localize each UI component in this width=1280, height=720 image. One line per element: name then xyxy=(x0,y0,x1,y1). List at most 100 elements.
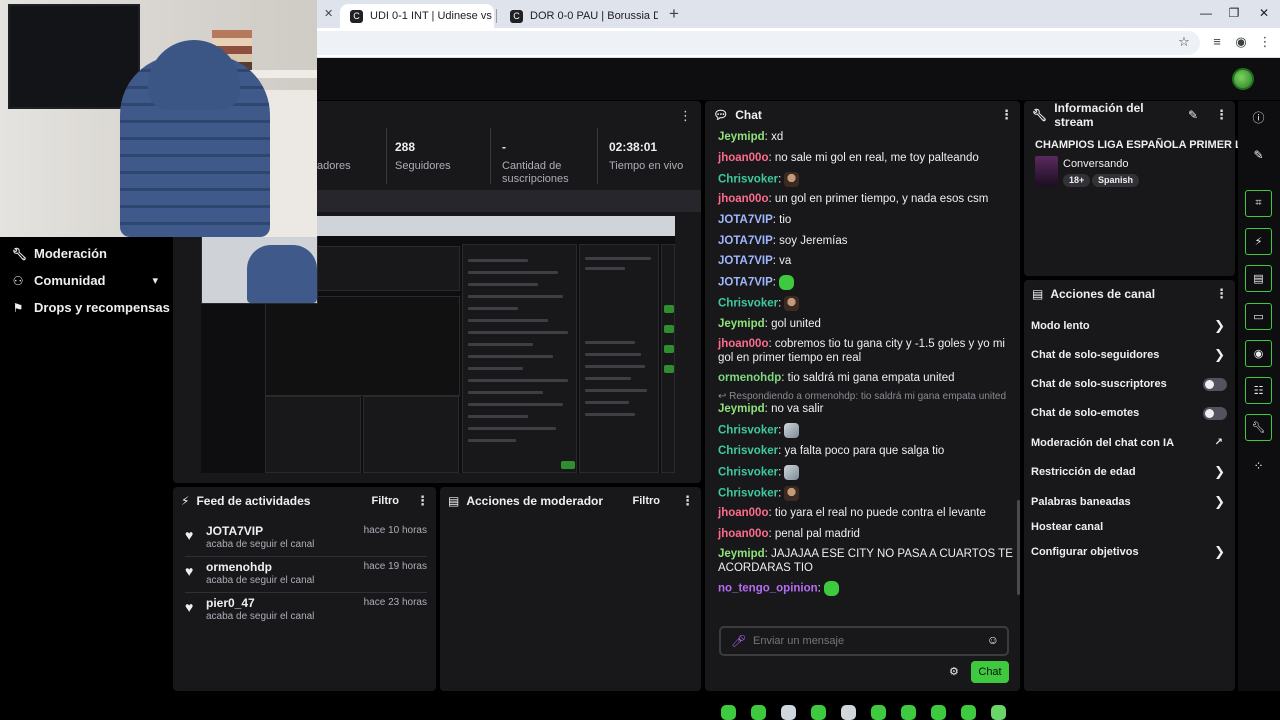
chat-emote-icon[interactable] xyxy=(784,486,800,501)
chat-username[interactable]: jhoan00o xyxy=(718,152,768,164)
chat-username[interactable]: Jeymipd xyxy=(718,318,765,330)
stream-preview[interactable] xyxy=(201,216,675,473)
chat-message[interactable]: no_tengo_opinion: xyxy=(718,581,1013,596)
pencil-icon[interactable]: ✎ xyxy=(1245,141,1272,168)
chat-emote-icon[interactable] xyxy=(784,296,800,311)
filter-button[interactable]: Filtro xyxy=(372,495,400,507)
chat-username[interactable]: no_tengo_opinion xyxy=(718,583,818,595)
chat-message[interactable]: JOTA7VIP: va xyxy=(718,254,1013,268)
stream-category[interactable]: Conversando xyxy=(1063,158,1128,170)
chat-username[interactable]: jhoan00o xyxy=(718,507,768,519)
action-emotes-only[interactable]: Chat de solo-emotes xyxy=(1031,405,1227,423)
more-options-icon[interactable]: ⋮ xyxy=(1215,286,1228,302)
chat-username[interactable]: Chrisvoker xyxy=(718,467,778,479)
chat-username[interactable]: ormenohdp xyxy=(718,372,781,384)
chat-input[interactable] xyxy=(753,632,973,650)
chat-username[interactable]: jhoan00o xyxy=(718,193,768,205)
emote-button[interactable] xyxy=(781,705,796,720)
more-options-icon[interactable]: ⋮ xyxy=(679,108,692,124)
bookmark-star-icon[interactable]: ☆ xyxy=(1175,34,1193,50)
category-thumbnail[interactable] xyxy=(1035,156,1058,186)
chat-message[interactable]: Jeymipd: xd xyxy=(718,130,1013,144)
more-options-icon[interactable]: ⋮ xyxy=(416,493,429,509)
chat-username[interactable]: Jeymipd xyxy=(718,403,765,415)
emote-button[interactable] xyxy=(721,705,736,720)
media-control-icon[interactable]: ≡ xyxy=(1208,34,1226,49)
layout-icon[interactable]: ☷ xyxy=(1245,377,1272,404)
more-icon[interactable]: ⁘ xyxy=(1245,452,1272,479)
action-ai-moderation[interactable]: Moderación del chat con IA ↗ xyxy=(1031,435,1227,453)
subscribers-only-toggle[interactable] xyxy=(1203,378,1227,391)
chat-message[interactable]: jhoan00o: no sale mi gol en real, me toy… xyxy=(718,151,1013,165)
chat-message[interactable]: Jeymipd: no va salir xyxy=(718,402,1013,416)
chat-message[interactable]: Chrisvoker: xyxy=(718,423,1013,438)
restore-button[interactable]: ❐ xyxy=(1224,6,1244,20)
chat-emote-icon[interactable] xyxy=(784,423,800,438)
tag-badge[interactable]: 18+ xyxy=(1063,174,1091,187)
activity-item[interactable]: ♥ JOTA7VIP hace 10 horas acaba de seguir… xyxy=(185,521,427,557)
chat-emote-icon[interactable] xyxy=(784,172,800,187)
chat-username[interactable]: JOTA7VIP xyxy=(718,235,773,247)
chat-message[interactable]: JOTA7VIP: soy Jeremías xyxy=(718,234,1013,248)
chat-message[interactable]: JOTA7VIP: tio xyxy=(718,213,1013,227)
chat-message[interactable]: jhoan00o: un gol en primer tiempo, y nad… xyxy=(718,192,1013,206)
chat-message[interactable]: JOTA7VIP: xyxy=(718,275,1013,290)
chat-username[interactable]: Chrisvoker xyxy=(718,425,778,437)
chat-emote-icon[interactable] xyxy=(784,465,800,480)
chat-emote-icon[interactable] xyxy=(824,581,840,596)
broadcast-icon[interactable]: ◉ xyxy=(1245,340,1272,367)
filter-button[interactable]: Filtro xyxy=(633,495,661,507)
chat-message[interactable]: Chrisvoker: ya falta poco para que salga… xyxy=(718,444,1013,458)
chat-username[interactable]: jhoan00o xyxy=(718,528,768,540)
chat-message[interactable]: Jeymipd: gol united xyxy=(718,317,1013,331)
chat-username[interactable]: Jeymipd xyxy=(718,548,765,560)
more-options-icon[interactable]: ⋮ xyxy=(1000,107,1013,123)
nav-item-drops[interactable]: ⚑ Drops y recompensas xyxy=(12,300,170,315)
action-goals[interactable]: Configurar objetivos ❯ xyxy=(1031,544,1227,562)
new-tab-button[interactable]: + xyxy=(664,4,684,24)
pencil-icon[interactable]: ✎ xyxy=(1188,108,1198,122)
chat-username[interactable]: jhoan00o xyxy=(718,338,768,350)
user-avatar[interactable] xyxy=(1232,68,1254,90)
close-tab-icon[interactable]: ✕ xyxy=(324,7,333,20)
action-age-restriction[interactable]: Restricción de edad ❯ xyxy=(1031,464,1227,482)
emote-button[interactable] xyxy=(751,705,766,720)
action-banned-words[interactable]: Palabras baneadas ❯ xyxy=(1031,494,1227,512)
chat-username[interactable]: Chrisvoker xyxy=(718,174,778,186)
clip-icon[interactable]: ⌗ xyxy=(1245,190,1272,217)
profile-icon[interactable]: ◉ xyxy=(1232,34,1250,50)
nav-item-community[interactable]: ⚇ Comunidad ▾ xyxy=(12,273,158,288)
tab-udinese-inter[interactable]: C UDI 0-1 INT | Udinese vs Inter ✕ xyxy=(340,4,494,28)
action-slow-mode[interactable]: Modo lento ❯ xyxy=(1031,318,1227,336)
emote-button[interactable] xyxy=(841,705,856,720)
tag-badge[interactable]: Spanish xyxy=(1092,174,1140,187)
chat-username[interactable]: Chrisvoker xyxy=(718,488,778,500)
emotes-only-toggle[interactable] xyxy=(1203,407,1227,420)
info-icon[interactable]: ⓘ xyxy=(1245,104,1272,131)
activity-item[interactable]: ♥ pier0_47 hace 23 horas acaba de seguir… xyxy=(185,593,427,629)
chat-username[interactable]: Jeymipd xyxy=(718,131,765,143)
action-followers-only[interactable]: Chat de solo-seguidores ❯ xyxy=(1031,347,1227,365)
chat-message[interactable]: Chrisvoker: xyxy=(718,296,1013,311)
chat-message[interactable]: ormenohdp: tio saldrá mi gana empata uni… xyxy=(718,371,1013,385)
minimize-button[interactable]: — xyxy=(1196,6,1216,20)
microphone-icon[interactable]: 🎤︎ xyxy=(731,634,746,648)
browser-menu-icon[interactable]: ⋮ xyxy=(1256,34,1274,50)
chat-emote-icon[interactable] xyxy=(779,275,795,290)
emoji-icon[interactable]: ☺ xyxy=(987,633,999,647)
emote-button[interactable] xyxy=(811,705,826,720)
more-options-icon[interactable]: ⋮ xyxy=(1215,107,1228,123)
more-options-icon[interactable]: ⋮ xyxy=(681,493,694,509)
wrench-icon[interactable]: 🔧︎ xyxy=(1245,414,1272,441)
emote-button[interactable] xyxy=(931,705,946,720)
action-subscribers-only[interactable]: Chat de solo-suscriptores xyxy=(1031,376,1227,394)
chat-username[interactable]: Chrisvoker xyxy=(718,298,778,310)
gear-icon[interactable]: ⚙ xyxy=(949,665,959,678)
chat-message[interactable]: jhoan00o: cobremos tio tu gana city y -1… xyxy=(718,337,1013,365)
chat-message[interactable]: Chrisvoker: xyxy=(718,465,1013,480)
emote-button[interactable] xyxy=(901,705,916,720)
chat-username[interactable]: JOTA7VIP xyxy=(718,277,773,289)
chat-message[interactable]: jhoan00o: tio yara el real no puede cont… xyxy=(718,506,1013,520)
emote-button[interactable] xyxy=(961,705,976,720)
activity-item[interactable]: ♥ ormenohdp hace 19 horas acaba de segui… xyxy=(185,557,427,593)
